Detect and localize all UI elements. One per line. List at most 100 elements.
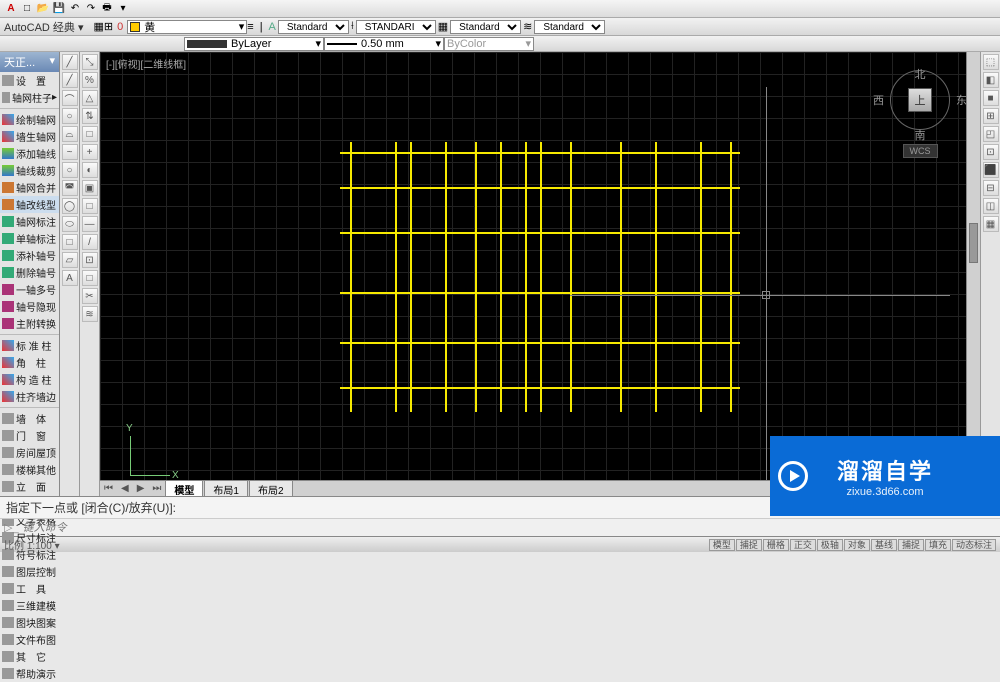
status-toggle[interactable]: 动态标注 [952, 539, 996, 551]
dim-style-icon[interactable]: ⟊ [351, 20, 354, 33]
draw-tool-button[interactable]: ~ [62, 144, 78, 160]
layer-selector[interactable]: 黄 ▾ [127, 20, 247, 34]
qat-save-icon[interactable]: 💾 [52, 2, 66, 16]
modify-tool-button[interactable]: ▣ [82, 180, 98, 196]
palette-item[interactable]: 轴号隐现 [0, 298, 59, 315]
modify-tool-button[interactable]: ⤡ [82, 54, 98, 70]
modify-tool-button[interactable]: □ [82, 198, 98, 214]
right-tool-button[interactable]: ◫ [983, 198, 999, 214]
status-toggle[interactable]: 模型 [709, 539, 735, 551]
textstyle-combo[interactable]: Standard [278, 20, 349, 34]
status-toggle[interactable]: 对象 [844, 539, 870, 551]
right-tool-button[interactable]: ⊡ [983, 144, 999, 160]
palette-item[interactable]: 其 它 [0, 648, 59, 665]
right-tool-button[interactable]: ▦ [983, 216, 999, 232]
draw-tool-button[interactable]: ◚ [62, 180, 78, 196]
wcs-label[interactable]: WCS [903, 144, 938, 158]
palette-item[interactable]: 楼梯其他 [0, 461, 59, 478]
tab-prev-icon[interactable]: ◀ [117, 483, 133, 494]
color-bylayer[interactable]: ByLayer▾ [184, 37, 324, 51]
modify-tool-button[interactable]: + [82, 144, 98, 160]
palette-item[interactable]: 立 面 [0, 478, 59, 495]
qat-open-icon[interactable]: 📂 [36, 2, 50, 16]
palette-item[interactable]: 帮助演示 [0, 665, 59, 682]
modify-tool-button[interactable]: △ [82, 90, 98, 106]
right-tool-button[interactable]: ⬚ [983, 54, 999, 70]
draw-tool-button[interactable]: ╱ [62, 54, 78, 70]
viewcube[interactable]: 北 南 西 东 上 WCS [870, 56, 970, 176]
qat-print-icon[interactable]: 🖶 [100, 2, 114, 16]
palette-item[interactable]: 绘制轴网 [0, 111, 59, 128]
palette-item[interactable]: 图块图案 [0, 614, 59, 631]
dimstyle-combo[interactable]: STANDARI [356, 20, 436, 34]
draw-tool-button[interactable]: □ [62, 234, 78, 250]
right-tool-button[interactable]: ◧ [983, 72, 999, 88]
drawing-canvas[interactable]: [-][俯视][二维线框] Y X 北 南 西 东 上 WCS ⏮ [100, 52, 980, 496]
qat-more-icon[interactable]: ▾ [116, 2, 130, 16]
tab-next-icon[interactable]: ▶ [133, 483, 149, 494]
linetype-icon[interactable]: ≡ [247, 21, 253, 33]
app-icon[interactable]: A [4, 2, 18, 16]
status-toggle[interactable]: 极轴 [817, 539, 843, 551]
modify-tool-button[interactable]: — [82, 216, 98, 232]
palette-item[interactable]: 轴改线型 [0, 196, 59, 213]
text-style-icon[interactable]: A [269, 21, 276, 33]
modify-tool-button[interactable]: ✂ [82, 288, 98, 304]
draw-tool-button[interactable]: ╱ [62, 72, 78, 88]
palette-item[interactable]: 墙生轴网 [0, 128, 59, 145]
tab-layout2[interactable]: 布局2 [249, 480, 293, 497]
modify-tool-button[interactable]: ≋ [82, 306, 98, 322]
palette-item[interactable]: 添加轴线 [0, 145, 59, 162]
status-toggle[interactable]: 栅格 [763, 539, 789, 551]
tab-model[interactable]: 模型 [165, 480, 203, 497]
lineweight-combo[interactable]: 0.50 mm▾ [324, 37, 444, 51]
modify-tool-button[interactable]: □ [82, 270, 98, 286]
palette-item[interactable]: 主附转换 [0, 315, 59, 332]
draw-tool-button[interactable]: ▱ [62, 252, 78, 268]
palette-item[interactable]: 设 置 [0, 72, 59, 89]
right-tool-button[interactable]: ■ [983, 90, 999, 106]
draw-tool-button[interactable]: A [62, 270, 78, 286]
palette-item[interactable]: 轴网标注 [0, 213, 59, 230]
draw-tool-button[interactable]: ◯ [62, 198, 78, 214]
right-tool-button[interactable]: ◰ [983, 126, 999, 142]
tablestyle-combo[interactable]: Standard [450, 20, 521, 34]
palette-header[interactable]: 天正...▾ [0, 52, 59, 72]
draw-tool-button[interactable]: ○ [62, 108, 78, 124]
palette-item[interactable]: 删除轴号 [0, 264, 59, 281]
draw-tool-button[interactable]: ⌒ [62, 90, 78, 106]
scale-label[interactable]: 比例 1:100 ▾ [4, 537, 60, 552]
status-toggle[interactable]: 填充 [925, 539, 951, 551]
qat-undo-icon[interactable]: ↶ [68, 2, 82, 16]
palette-item[interactable]: 图层控制 [0, 563, 59, 580]
quick-access-toolbar[interactable]: A □ 📂 💾 ↶ ↷ 🖶 ▾ [0, 0, 1000, 18]
mlstyle-combo[interactable]: Standard [534, 20, 605, 34]
palette-item[interactable]: 轴网柱子▸ [0, 89, 59, 106]
palette-item[interactable]: 轴线裁剪 [0, 162, 59, 179]
status-toggle[interactable]: 正交 [790, 539, 816, 551]
status-toggle[interactable]: 捕捉 [736, 539, 762, 551]
palette-item[interactable]: 角 柱 [0, 354, 59, 371]
palette-item[interactable]: 添补轴号 [0, 247, 59, 264]
command-input[interactable] [23, 522, 996, 534]
layer-tools-icon[interactable]: ▦ [94, 20, 104, 33]
draw-tool-button[interactable]: ○ [62, 162, 78, 178]
ml-style-icon[interactable]: ≋ [523, 20, 532, 33]
tab-first-icon[interactable]: ⏮ [100, 483, 117, 494]
vertical-scrollbar[interactable] [966, 52, 980, 480]
modify-tool-button[interactable]: □ [82, 126, 98, 142]
qat-redo-icon[interactable]: ↷ [84, 2, 98, 16]
tab-last-icon[interactable]: ⏭ [148, 483, 165, 494]
palette-item[interactable]: 单轴标注 [0, 230, 59, 247]
palette-item[interactable]: 构 造 柱 [0, 371, 59, 388]
palette-item[interactable]: 房间屋顶 [0, 444, 59, 461]
palette-item[interactable]: 门 窗 [0, 427, 59, 444]
workspace-label[interactable]: AutoCAD 经典 ▾ [4, 19, 84, 35]
table-style-icon[interactable]: ▦ [438, 20, 448, 33]
palette-item[interactable]: 工 具 [0, 580, 59, 597]
modify-tool-button[interactable]: % [82, 72, 98, 88]
plotstyle-combo[interactable]: ByColor▾ [444, 37, 534, 51]
status-toggle[interactable]: 基线 [871, 539, 897, 551]
right-tool-button[interactable]: ⊞ [983, 108, 999, 124]
palette-item[interactable]: 三维建模 [0, 597, 59, 614]
